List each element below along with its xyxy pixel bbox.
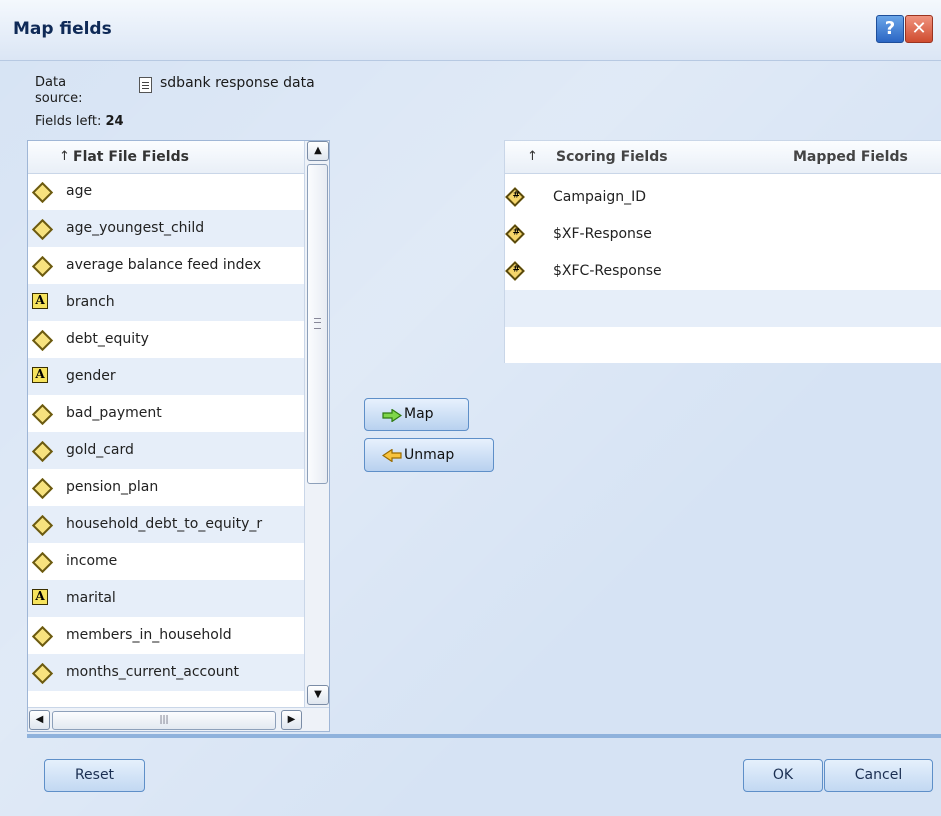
- field-name: members_in_household: [66, 627, 232, 643]
- field-name: household_debt_to_equity_r: [66, 516, 263, 532]
- field-name: debt_equity: [66, 331, 149, 347]
- unmap-button[interactable]: Unmap: [364, 438, 494, 472]
- map-button[interactable]: Map: [364, 398, 469, 431]
- flat-file-fields-header-label: Flat File Fields: [73, 149, 189, 165]
- scroll-up-button[interactable]: ▲: [307, 141, 329, 161]
- grip-icon: [314, 318, 321, 329]
- table-row[interactable]: # $XFC-Response: [505, 253, 941, 290]
- field-name: income: [66, 553, 118, 569]
- empty-row: [505, 290, 941, 327]
- continuous-field-icon: [31, 440, 54, 463]
- close-button[interactable]: ✕: [905, 15, 933, 43]
- field-name: months_current_account: [66, 664, 240, 680]
- field-name: branch: [66, 294, 115, 310]
- ok-button[interactable]: OK: [743, 759, 823, 792]
- field-name: bad_payment: [66, 405, 162, 421]
- continuous-field-icon: [31, 255, 54, 278]
- scroll-left-button[interactable]: ◀: [29, 710, 50, 730]
- list-item[interactable]: debt_equity: [28, 321, 304, 358]
- list-item[interactable]: Amarital: [28, 580, 304, 617]
- list-item[interactable]: age_youngest_child: [28, 210, 304, 247]
- scoring-field-name: $XF-Response: [553, 226, 652, 242]
- continuous-field-icon: [31, 403, 54, 426]
- continuous-field-icon: [31, 514, 54, 537]
- continuous-field-icon: [31, 625, 54, 648]
- horizontal-scroll-thumb[interactable]: |||: [52, 711, 276, 730]
- list-item[interactable]: gold_card: [28, 432, 304, 469]
- horizontal-scrollbar[interactable]: ◀ ||| ▶: [28, 707, 329, 731]
- list-item[interactable]: income: [28, 543, 304, 580]
- continuous-field-icon: [31, 477, 54, 500]
- scoring-fields-header: ↑ Scoring Fields Mapped Fields: [505, 141, 941, 174]
- table-row[interactable]: # Campaign_ID: [505, 179, 941, 216]
- data-source-label: Data: [35, 75, 67, 90]
- list-item[interactable]: pension_plan: [28, 469, 304, 506]
- field-name: marital: [66, 590, 116, 606]
- fields-left-count: 24: [105, 114, 124, 129]
- vertical-scrollbar[interactable]: ▲ ▼: [304, 141, 329, 707]
- flat-file-fields-header[interactable]: ↑ Flat File Fields: [28, 141, 304, 174]
- data-source-value: sdbank response data: [160, 75, 315, 91]
- flat-file-fields-list[interactable]: ↑ Flat File Fields age age_youngest_child…: [27, 140, 330, 732]
- scoring-field-name: $XFC-Response: [553, 263, 662, 279]
- scoring-rows: # Campaign_ID # $XF-Response # $XFC-Response: [505, 179, 941, 364]
- scoring-field-name: Campaign_ID: [553, 189, 647, 205]
- data-source-label-2: source:: [35, 91, 83, 106]
- continuous-field-icon: [31, 181, 54, 204]
- title-bar: Map fields ? ✕: [0, 0, 941, 61]
- vertical-scroll-thumb[interactable]: [307, 164, 328, 484]
- document-icon: [139, 77, 152, 93]
- string-field-icon: A: [32, 589, 48, 605]
- sort-arrow-icon: ↑: [527, 149, 538, 164]
- help-button[interactable]: ?: [876, 15, 904, 43]
- footer-divider: [27, 734, 941, 738]
- scoring-fields-header-label[interactable]: Scoring Fields: [556, 149, 668, 165]
- scroll-down-button[interactable]: ▼: [307, 685, 329, 705]
- empty-row: [505, 327, 941, 364]
- arrow-right-icon: [382, 409, 402, 422]
- continuous-field-icon: [31, 329, 54, 352]
- flat-file-rows: age age_youngest_childaverage balance fee…: [28, 173, 304, 691]
- fields-left-text: Fields left:: [35, 114, 102, 129]
- sort-arrow-icon: ↑: [59, 149, 70, 164]
- field-name: gender: [66, 368, 116, 384]
- list-item[interactable]: household_debt_to_equity_r: [28, 506, 304, 543]
- scoring-fields-table[interactable]: ↑ Scoring Fields Mapped Fields # Campaign…: [504, 140, 941, 363]
- map-button-label: Map: [404, 406, 434, 422]
- list-item[interactable]: months_current_account: [28, 654, 304, 691]
- fields-left-label: Fields left: 24: [35, 114, 124, 129]
- field-name: gold_card: [66, 442, 134, 458]
- numeric-field-icon: #: [505, 261, 525, 281]
- dialog-title: Map fields: [13, 19, 112, 39]
- mapped-fields-header-label[interactable]: Mapped Fields: [793, 149, 908, 165]
- list-item[interactable]: members_in_household: [28, 617, 304, 654]
- continuous-field-icon: [31, 551, 54, 574]
- field-name: age_youngest_child: [66, 220, 205, 236]
- string-field-icon: A: [32, 367, 48, 383]
- list-item[interactable]: Abranch: [28, 284, 304, 321]
- map-fields-dialog: Map fields ? ✕ Data source: sdbank respo…: [0, 0, 941, 816]
- list-item[interactable]: age: [28, 173, 304, 210]
- field-name: average balance feed index: [66, 257, 262, 273]
- arrow-left-icon: [382, 449, 402, 462]
- reset-button[interactable]: Reset: [44, 759, 145, 792]
- string-field-icon: A: [32, 293, 48, 309]
- numeric-field-icon: #: [505, 187, 525, 207]
- continuous-field-icon: [31, 662, 54, 685]
- unmap-button-label: Unmap: [404, 447, 455, 463]
- field-name: age: [66, 183, 93, 199]
- list-item[interactable]: bad_payment: [28, 395, 304, 432]
- continuous-field-icon: [31, 218, 54, 241]
- list-item[interactable]: average balance feed index: [28, 247, 304, 284]
- cancel-button[interactable]: Cancel: [824, 759, 933, 792]
- list-item[interactable]: Agender: [28, 358, 304, 395]
- numeric-field-icon: #: [505, 224, 525, 244]
- table-row[interactable]: # $XF-Response: [505, 216, 941, 253]
- scroll-right-button[interactable]: ▶: [281, 710, 302, 730]
- field-name: pension_plan: [66, 479, 159, 495]
